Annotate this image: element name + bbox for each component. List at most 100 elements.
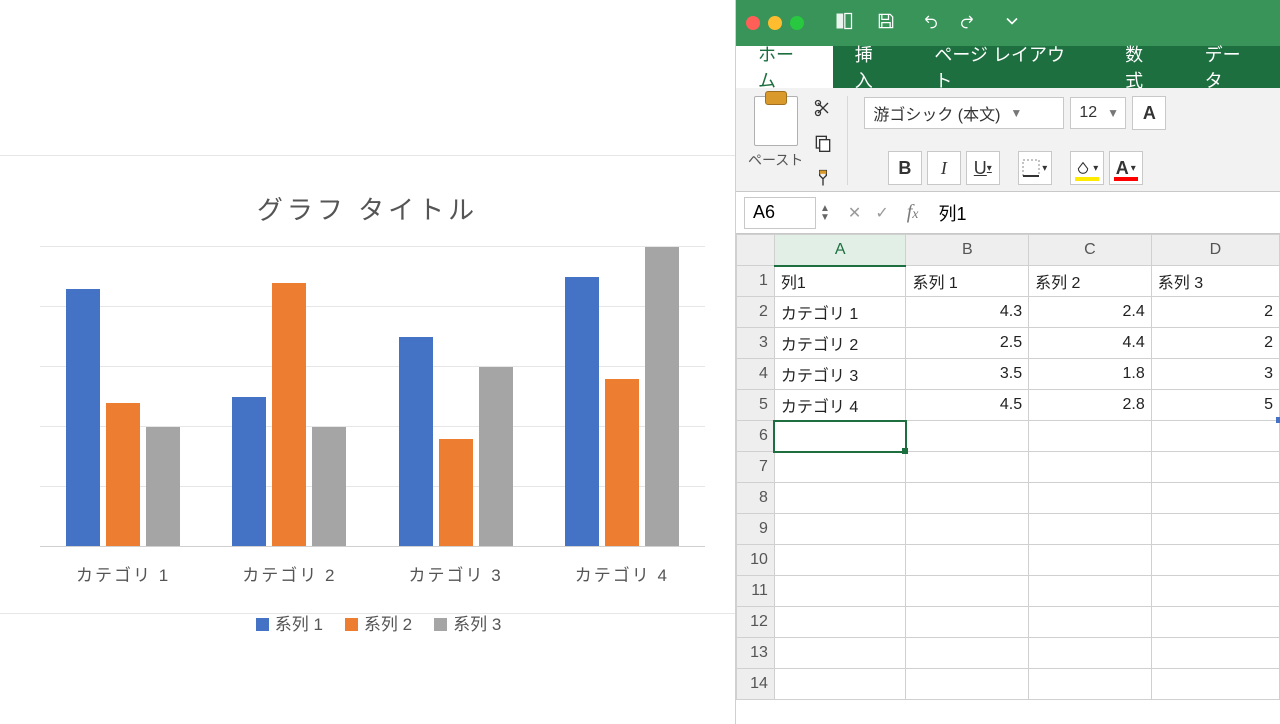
- cell[interactable]: [1151, 669, 1279, 700]
- column-header[interactable]: C: [1029, 235, 1152, 266]
- cell[interactable]: [774, 638, 906, 669]
- row-header[interactable]: 3: [737, 328, 775, 359]
- row-header[interactable]: 6: [737, 421, 775, 452]
- cell[interactable]: 3.5: [906, 359, 1029, 390]
- border-button[interactable]: ▾: [1018, 151, 1052, 185]
- cell[interactable]: [774, 576, 906, 607]
- increase-font-button[interactable]: A: [1132, 96, 1166, 130]
- cell[interactable]: [1151, 421, 1279, 452]
- cell[interactable]: [774, 483, 906, 514]
- doc-mode-icon[interactable]: [834, 11, 854, 36]
- bold-button[interactable]: B: [888, 151, 922, 185]
- font-size-select[interactable]: 12▼: [1070, 97, 1126, 129]
- row-header[interactable]: 2: [737, 297, 775, 328]
- copy-icon[interactable]: [813, 133, 833, 158]
- tab-page-layout[interactable]: ページ レイアウト: [912, 46, 1103, 88]
- cell[interactable]: [774, 607, 906, 638]
- cell[interactable]: [1029, 576, 1152, 607]
- column-header[interactable]: B: [906, 235, 1029, 266]
- window-traffic-lights[interactable]: [746, 16, 804, 30]
- row-header[interactable]: 4: [737, 359, 775, 390]
- cell[interactable]: [1151, 576, 1279, 607]
- paste-icon[interactable]: [754, 96, 798, 146]
- cell[interactable]: 2.5: [906, 328, 1029, 359]
- font-color-button[interactable]: A▾: [1109, 151, 1143, 185]
- font-name-select[interactable]: 游ゴシック (本文)▼: [864, 97, 1064, 129]
- cell[interactable]: 3: [1151, 359, 1279, 390]
- cell[interactable]: [906, 576, 1029, 607]
- cell[interactable]: 2.8: [1029, 390, 1152, 421]
- cell[interactable]: 1.8: [1029, 359, 1152, 390]
- cell[interactable]: [906, 545, 1029, 576]
- row-header[interactable]: 5: [737, 390, 775, 421]
- cell[interactable]: [1029, 669, 1152, 700]
- cell[interactable]: カテゴリ 3: [774, 359, 906, 390]
- close-icon[interactable]: [746, 16, 760, 30]
- cell[interactable]: [1151, 607, 1279, 638]
- cell[interactable]: 4.4: [1029, 328, 1152, 359]
- cell[interactable]: 系列 2: [1029, 266, 1152, 297]
- name-box-down[interactable]: ▼: [820, 213, 830, 222]
- underline-button[interactable]: U ▾: [966, 151, 1000, 185]
- cell[interactable]: 2: [1151, 328, 1279, 359]
- name-box[interactable]: A6: [744, 197, 816, 229]
- row-header[interactable]: 9: [737, 514, 775, 545]
- cell[interactable]: [1029, 421, 1152, 452]
- cell[interactable]: [906, 421, 1029, 452]
- row-header[interactable]: 14: [737, 669, 775, 700]
- cancel-formula-icon[interactable]: ✕: [848, 203, 861, 223]
- cell[interactable]: [1151, 483, 1279, 514]
- format-painter-icon[interactable]: [813, 168, 833, 193]
- cell[interactable]: [774, 545, 906, 576]
- zoom-icon[interactable]: [790, 16, 804, 30]
- tab-data[interactable]: データ: [1183, 46, 1280, 88]
- cell[interactable]: [1029, 638, 1152, 669]
- cell[interactable]: [906, 669, 1029, 700]
- cell[interactable]: 系列 3: [1151, 266, 1279, 297]
- cell[interactable]: [906, 638, 1029, 669]
- cell[interactable]: 列1: [774, 266, 906, 297]
- fill-color-button[interactable]: ▾: [1070, 151, 1104, 185]
- cell[interactable]: [774, 452, 906, 483]
- cell[interactable]: [906, 607, 1029, 638]
- cell[interactable]: [906, 452, 1029, 483]
- formula-input[interactable]: 列1: [933, 196, 1273, 230]
- cell[interactable]: 2: [1151, 297, 1279, 328]
- cell[interactable]: [1029, 514, 1152, 545]
- minimize-icon[interactable]: [768, 16, 782, 30]
- cell[interactable]: [774, 514, 906, 545]
- cell[interactable]: [1029, 545, 1152, 576]
- tab-home[interactable]: ホーム: [736, 46, 833, 88]
- save-icon[interactable]: [876, 11, 896, 36]
- cell[interactable]: [774, 669, 906, 700]
- row-header[interactable]: 7: [737, 452, 775, 483]
- worksheet[interactable]: ABCD1列1系列 1系列 2系列 32カテゴリ 14.32.423カテゴリ 2…: [736, 234, 1280, 700]
- cut-icon[interactable]: [813, 98, 833, 123]
- cell[interactable]: [906, 483, 1029, 514]
- cell[interactable]: 5: [1151, 390, 1279, 421]
- cell[interactable]: 4.5: [906, 390, 1029, 421]
- italic-button[interactable]: I: [927, 151, 961, 185]
- cell[interactable]: [1151, 514, 1279, 545]
- tab-insert[interactable]: 挿入: [833, 46, 913, 88]
- cell[interactable]: カテゴリ 2: [774, 328, 906, 359]
- tab-formulas[interactable]: 数式: [1103, 46, 1183, 88]
- cell[interactable]: 系列 1: [906, 266, 1029, 297]
- cell[interactable]: [1151, 638, 1279, 669]
- enter-formula-icon[interactable]: ✓: [875, 203, 888, 223]
- chevron-down-icon[interactable]: [1002, 11, 1022, 36]
- undo-icon[interactable]: [918, 11, 938, 36]
- cell[interactable]: [1029, 483, 1152, 514]
- fx-icon[interactable]: fx: [907, 201, 919, 224]
- cell[interactable]: 4.3: [906, 297, 1029, 328]
- row-header[interactable]: 1: [737, 266, 775, 297]
- row-header[interactable]: 13: [737, 638, 775, 669]
- column-header[interactable]: A: [774, 235, 906, 266]
- row-header[interactable]: 11: [737, 576, 775, 607]
- redo-icon[interactable]: [960, 11, 980, 36]
- cell[interactable]: [906, 514, 1029, 545]
- row-header[interactable]: 10: [737, 545, 775, 576]
- cell[interactable]: [1029, 452, 1152, 483]
- cell[interactable]: [1151, 545, 1279, 576]
- row-header[interactable]: 12: [737, 607, 775, 638]
